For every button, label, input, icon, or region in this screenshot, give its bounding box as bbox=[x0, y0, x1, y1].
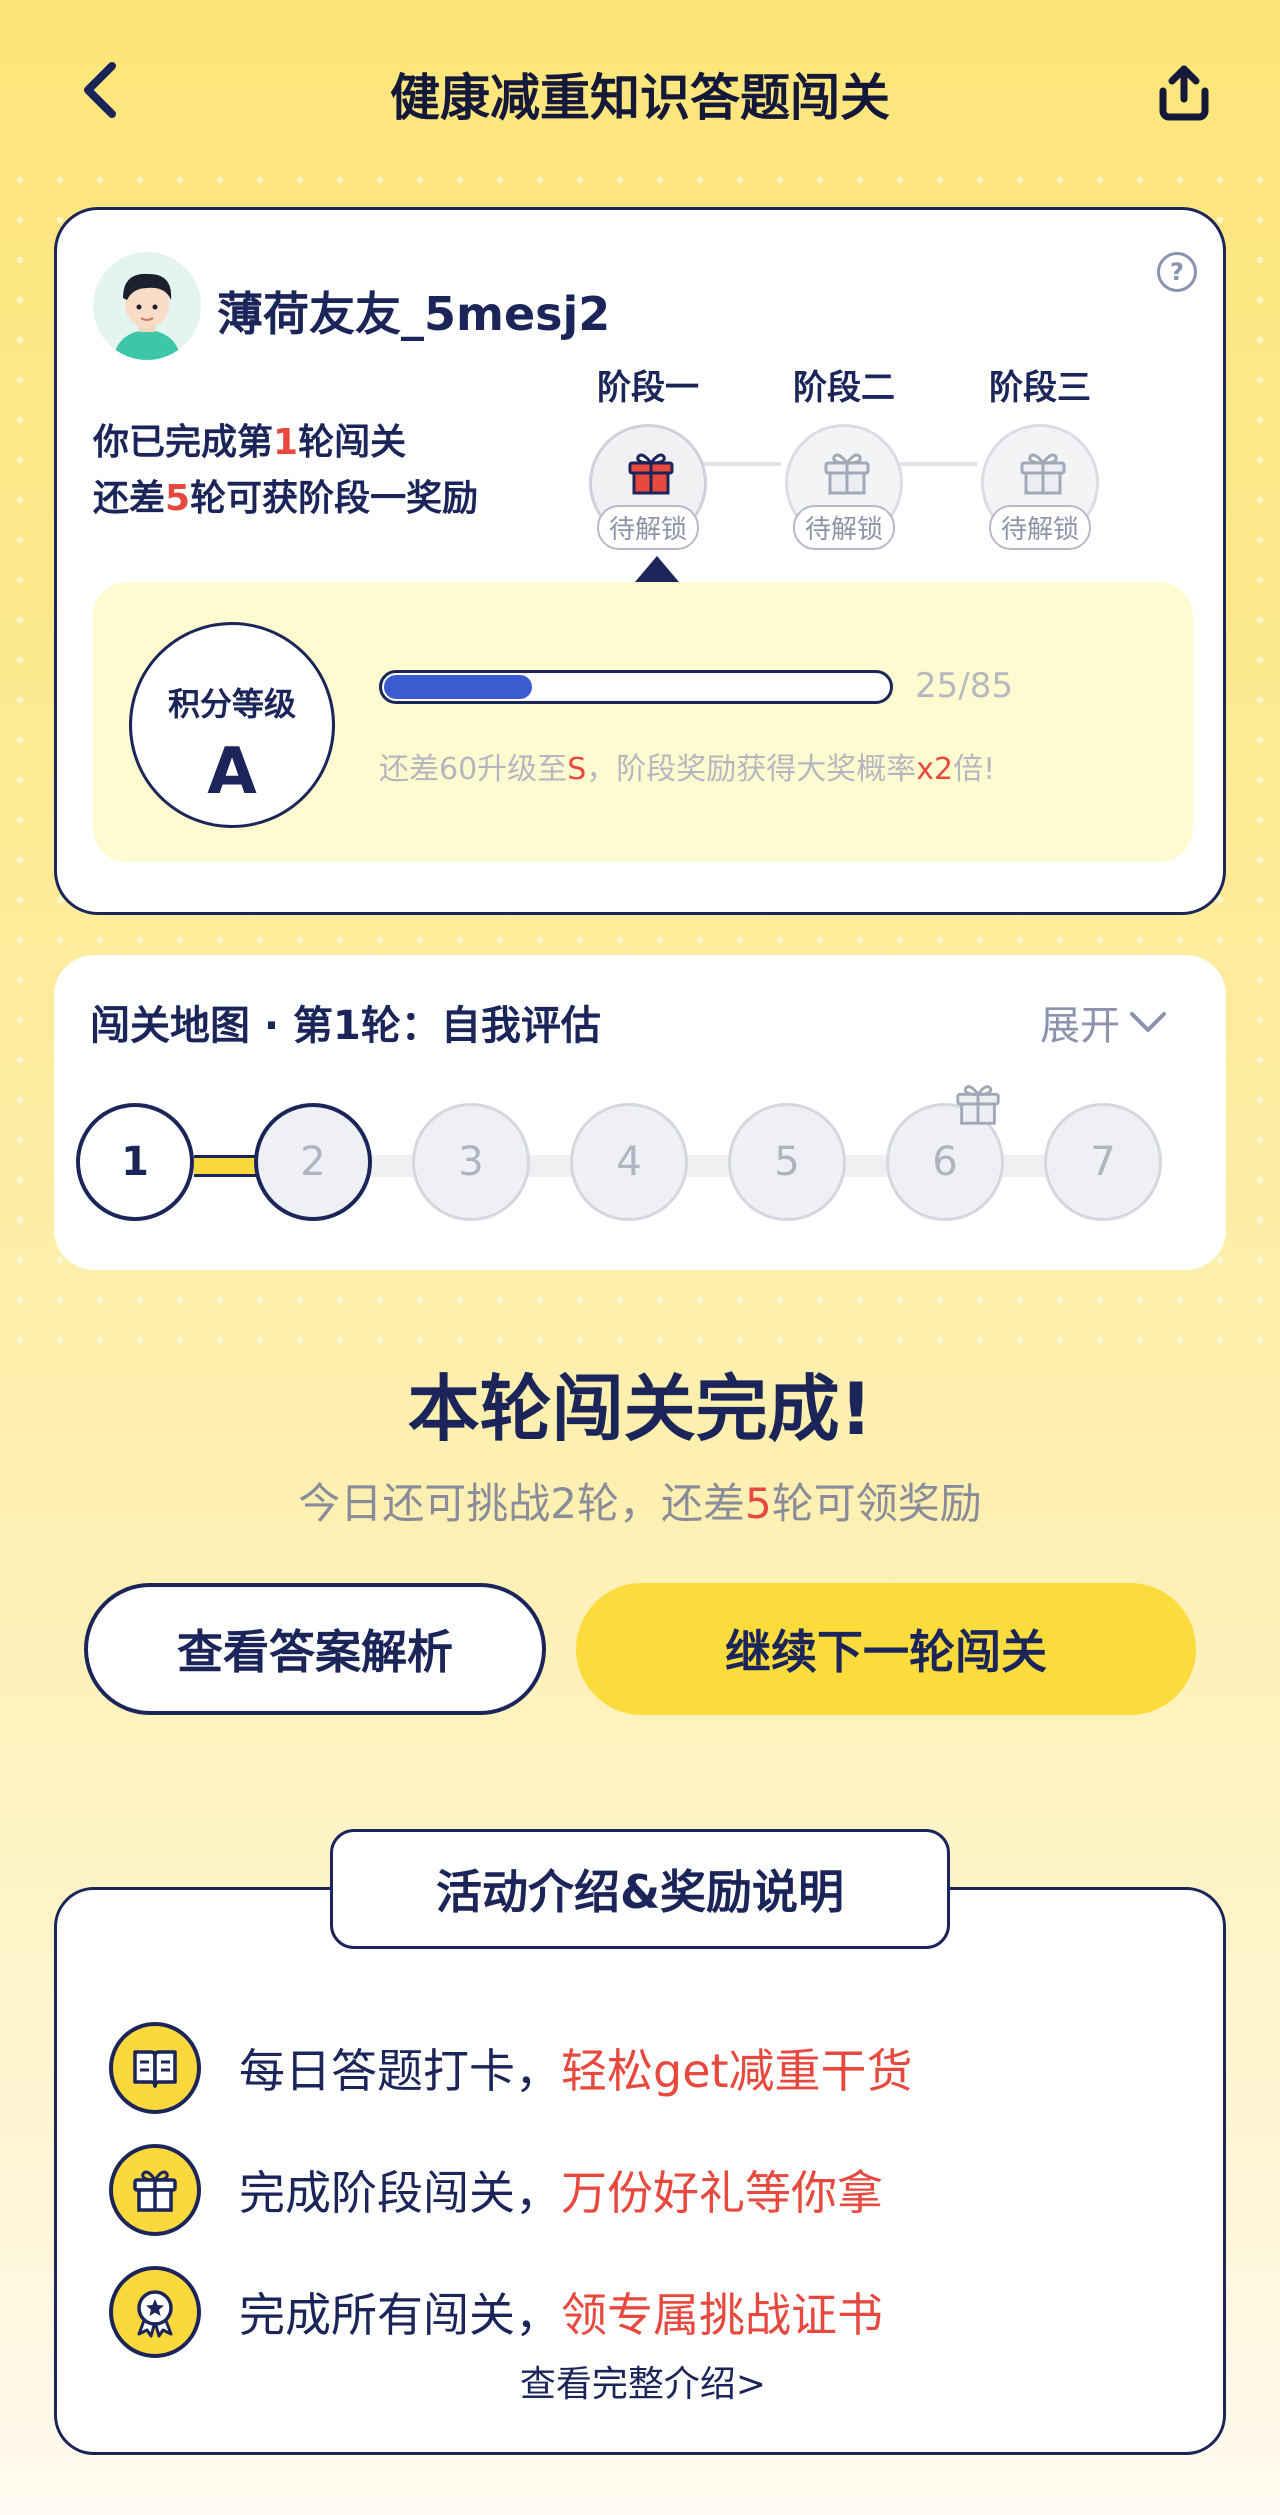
level-7[interactable]: 7 bbox=[1044, 1103, 1162, 1221]
stage-status-badge: 待解锁 bbox=[988, 505, 1092, 550]
gift-icon bbox=[109, 2144, 201, 2236]
medal-icon bbox=[109, 2266, 201, 2358]
share-button[interactable] bbox=[1148, 58, 1220, 130]
page-title: 健康减重知识答题闯关 bbox=[390, 69, 890, 127]
score-progress-fill bbox=[384, 675, 532, 699]
gift-icon bbox=[628, 453, 674, 495]
gift-icon bbox=[1020, 453, 1066, 495]
feature-item: 每日答题打卡， 轻松get减重干货 bbox=[109, 2018, 913, 2118]
chevron-down-icon bbox=[1130, 1012, 1166, 1032]
feature-highlight: 万份好礼等你拿 bbox=[561, 2166, 883, 2220]
map-title: 闯关地图 · 第1轮：自我评估 bbox=[90, 1003, 601, 1049]
stage-status-badge: 待解锁 bbox=[596, 505, 700, 550]
book-icon bbox=[109, 2022, 201, 2114]
feature-highlight: 领专属挑战证书 bbox=[561, 2288, 883, 2342]
completion-title: 本轮闯关完成! bbox=[407, 1367, 873, 1451]
round-progress-text: 你已完成第1轮闯关 还差5轮可获阶段一奖励 bbox=[93, 422, 479, 519]
activity-intro-card: 每日答题打卡， 轻松get减重干货 完成阶段闯关， 万份好礼等你拿 完成所有闯关，领… bbox=[54, 1887, 1226, 2455]
level-4[interactable]: 4 bbox=[570, 1103, 688, 1221]
view-answers-button[interactable]: 查看答案解析 bbox=[84, 1583, 546, 1715]
level-1[interactable]: 1 bbox=[76, 1103, 194, 1221]
grade-badge: 积分等级 A bbox=[129, 622, 335, 828]
view-full-intro-link[interactable]: 查看完整介绍> bbox=[57, 2355, 1229, 2407]
level-map-card: 闯关地图 · 第1轮：自我评估 展开 1 2 3 4 5 6 7 bbox=[54, 955, 1226, 1270]
stage-label: 阶段三 bbox=[989, 368, 1091, 408]
level-5[interactable]: 5 bbox=[728, 1103, 846, 1221]
feature-text: 完成所有闯关， bbox=[239, 2288, 561, 2342]
share-upload-icon bbox=[1159, 65, 1209, 121]
feature-text: 每日答题打卡， bbox=[239, 2044, 561, 2098]
help-icon[interactable]: ? bbox=[1157, 252, 1197, 292]
current-stage-pointer bbox=[635, 556, 679, 582]
feature-item: 完成所有闯关， 领专属挑战证书 bbox=[109, 2262, 883, 2362]
intro-title: 活动介绍&奖励说明 bbox=[330, 1829, 950, 1949]
avatar bbox=[93, 252, 201, 360]
score-progress-bar bbox=[379, 670, 893, 704]
grade-value: A bbox=[207, 735, 257, 809]
upgrade-note: 还差60升级至S，阶段奖励获得大奖概率x2倍! bbox=[379, 752, 996, 787]
feature-text: 完成阶段闯关， bbox=[239, 2166, 561, 2220]
grade-label: 积分等级 bbox=[167, 685, 296, 723]
stage-label: 阶段一 bbox=[597, 368, 699, 408]
gift-icon bbox=[824, 453, 870, 495]
user-progress-card: ? 薄荷友友_5mesj2 你已完成第1轮闯关 还差5轮可获阶段一奖励 阶段一 bbox=[54, 207, 1226, 915]
feature-item: 完成阶段闯关， 万份好礼等你拿 bbox=[109, 2140, 883, 2240]
stage-1[interactable]: 阶段一 待解锁 bbox=[573, 360, 723, 550]
stage-label: 阶段二 bbox=[793, 368, 895, 408]
stage-3[interactable]: 阶段三 待解锁 bbox=[965, 360, 1115, 550]
level-2[interactable]: 2 bbox=[254, 1103, 372, 1221]
next-round-button[interactable]: 继续下一轮闯关 bbox=[576, 1583, 1196, 1715]
top-bar: 健康减重知识答题闯关 bbox=[0, 0, 1280, 180]
username: 薄荷友友_5mesj2 bbox=[217, 287, 611, 341]
stage-status-badge: 待解锁 bbox=[792, 505, 896, 550]
expand-label: 展开 bbox=[1040, 1003, 1120, 1049]
score-panel: 积分等级 A 25/85 还差60升级至S，阶段奖励获得大奖概率x2倍! bbox=[93, 582, 1193, 862]
expand-button[interactable]: 展开 bbox=[1040, 993, 1168, 1051]
stage-2[interactable]: 阶段二 待解锁 bbox=[769, 360, 919, 550]
score-count: 25/85 bbox=[915, 666, 1013, 706]
feature-highlight: 轻松get减重干货 bbox=[561, 2044, 913, 2098]
completion-subtitle: 今日还可挑战2轮，还差5轮可领奖励 bbox=[298, 1479, 982, 1528]
gift-icon bbox=[956, 1085, 1000, 1125]
level-3[interactable]: 3 bbox=[412, 1103, 530, 1221]
